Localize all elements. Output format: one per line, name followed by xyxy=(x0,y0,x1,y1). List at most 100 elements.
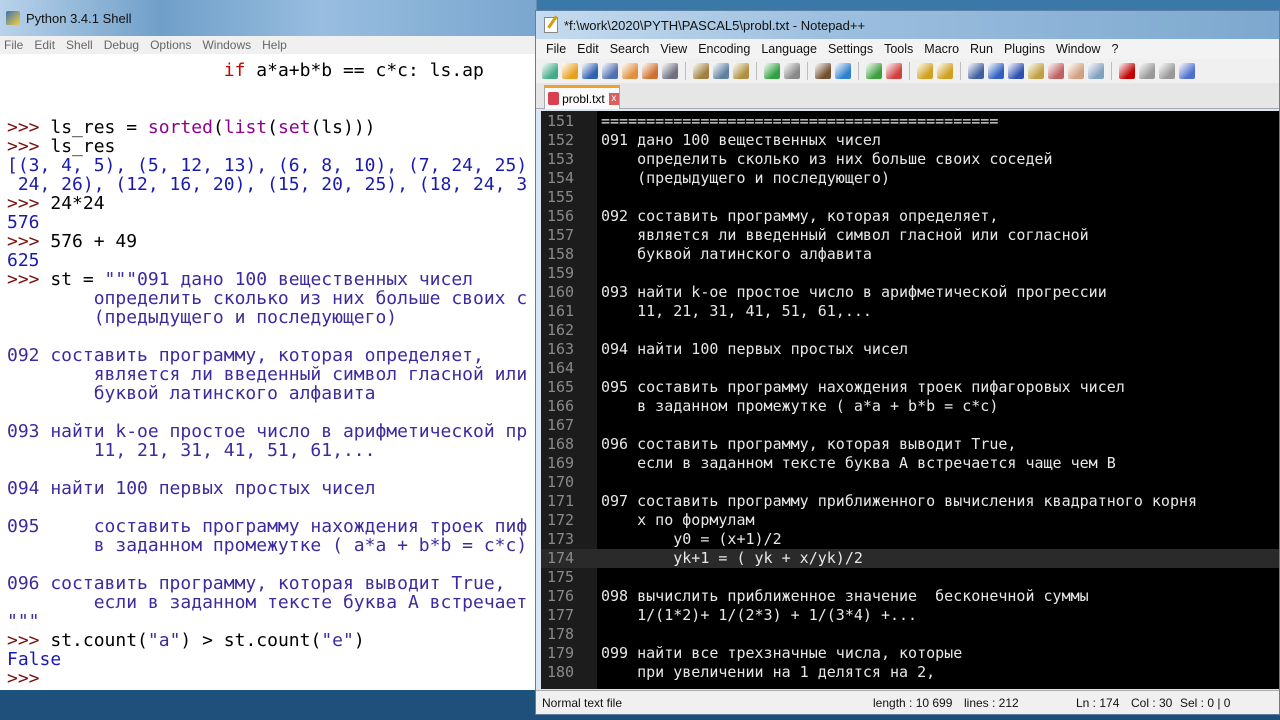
toolbar-button-icon[interactable] xyxy=(866,63,882,79)
menu-item-encoding[interactable]: Encoding xyxy=(698,42,750,56)
toolbar-button-icon[interactable] xyxy=(1068,63,1084,79)
shell-text-area[interactable]: if a*a+b*b == c*c: ls.ap >>> ls_res = sor… xyxy=(0,54,535,690)
toolbar-button-icon[interactable] xyxy=(1088,63,1104,79)
shell-line: """ xyxy=(7,612,535,631)
toolbar-button-icon[interactable] xyxy=(602,63,618,79)
menu-item-file[interactable]: File xyxy=(546,42,566,56)
tab-probl-txt[interactable]: probl.txt x xyxy=(544,85,620,109)
notepadpp-titlebar[interactable]: *f:\work\2020\PYTH\PASCAL5\probl.txt - N… xyxy=(536,11,1279,39)
toolbar-button-icon[interactable] xyxy=(562,63,578,79)
toolbar-button-icon[interactable] xyxy=(642,63,658,79)
menu-item-help[interactable]: Help xyxy=(262,38,287,52)
line-number: 176 xyxy=(547,587,575,605)
line-number: 167 xyxy=(547,416,575,434)
shell-builtin-text: list xyxy=(223,117,268,138)
editor-line: 156 092 составить программу, которая опре… xyxy=(541,207,1279,226)
menu-item-tools[interactable]: Tools xyxy=(884,42,913,56)
line-text: при увеличении на 1 делятся на 2, xyxy=(601,663,936,681)
toolbar-button-icon[interactable] xyxy=(784,63,800,79)
toolbar-button-icon[interactable] xyxy=(988,63,1004,79)
menu-item-plugins[interactable]: Plugins xyxy=(1004,42,1045,56)
menu-item-shell[interactable]: Shell xyxy=(66,38,93,52)
toolbar-button-icon[interactable] xyxy=(764,63,780,79)
menu-item-settings[interactable]: Settings xyxy=(828,42,873,56)
line-text xyxy=(597,568,601,587)
toolbar-button-icon[interactable] xyxy=(582,63,598,79)
toolbar-button-icon[interactable] xyxy=(1008,63,1024,79)
toolbar-button-icon[interactable] xyxy=(713,63,729,79)
editor-line: 163 094 найти 100 первых простых чисел xyxy=(541,340,1279,359)
shell-builtin-text: sorted xyxy=(147,117,213,138)
toolbar-button-icon[interactable] xyxy=(937,63,953,79)
toolbar-button-icon[interactable] xyxy=(662,63,678,79)
shell-str-text: "e" xyxy=(321,630,354,651)
toolbar-button-icon[interactable] xyxy=(1119,63,1135,79)
toolbar-button-icon[interactable] xyxy=(968,63,984,79)
line-text xyxy=(597,359,601,378)
menu-item-edit[interactable]: Edit xyxy=(577,42,599,56)
toolbar-button-icon[interactable] xyxy=(693,63,709,79)
toolbar-button-icon[interactable] xyxy=(1139,63,1155,79)
line-text: если в заданном тексте буква А встречает… xyxy=(601,454,1116,472)
line-number: 172 xyxy=(547,511,575,529)
toolbar-button-icon[interactable] xyxy=(815,63,831,79)
toolbar-button-icon[interactable] xyxy=(1179,63,1195,79)
line-text: 094 найти 100 первых простых чисел xyxy=(601,340,909,358)
line-number: 163 xyxy=(547,340,575,358)
shell-str-text: """ xyxy=(7,611,40,632)
toolbar-button-icon[interactable] xyxy=(1028,63,1044,79)
shell-str-text: (предыдущего и последующего) xyxy=(7,307,398,328)
shell-prompt-text: >>> xyxy=(7,193,51,214)
shell-line: >>> st = """091 дано 100 вещественных чи… xyxy=(7,270,535,289)
line-text: 095 составить программу нахождения троек… xyxy=(601,378,1125,396)
toolbar-button-icon[interactable] xyxy=(542,63,558,79)
shell-line: буквой латинского алфавита xyxy=(7,384,535,403)
toolbar-button-icon[interactable] xyxy=(1048,63,1064,79)
menu-item-edit[interactable]: Edit xyxy=(34,38,55,52)
line-text: x по формулам xyxy=(601,511,755,529)
status-sel: Sel : 0 | 0 xyxy=(1180,696,1231,710)
menu-item-help[interactable]: ? xyxy=(1111,42,1118,56)
menu-item-file[interactable]: File xyxy=(4,38,23,52)
toolbar-button-icon[interactable] xyxy=(622,63,638,79)
line-number: 179 xyxy=(547,644,575,662)
toolbar-button-icon[interactable] xyxy=(886,63,902,79)
shell-line: >>> st.count("a") > st.count("e") xyxy=(7,631,535,650)
menu-item-windows[interactable]: Windows xyxy=(202,38,251,52)
menu-item-debug[interactable]: Debug xyxy=(104,38,139,52)
toolbar-button-icon[interactable] xyxy=(917,63,933,79)
shell-prompt-text: >>> xyxy=(7,269,51,290)
line-number: 154 xyxy=(547,169,575,187)
menu-item-options[interactable]: Options xyxy=(150,38,191,52)
toolbar-button-icon[interactable] xyxy=(733,63,749,79)
menu-item-window[interactable]: Window xyxy=(1056,42,1100,56)
line-text: является ли введенный символ гласной или… xyxy=(601,226,1089,244)
tab-label: probl.txt xyxy=(562,91,605,106)
shell-code-text: 576 + 49 xyxy=(50,231,138,252)
menu-item-run[interactable]: Run xyxy=(970,42,993,56)
toolbar-button-icon[interactable] xyxy=(1159,63,1175,79)
status-col: Col : 30 xyxy=(1131,696,1173,710)
editor-line: 158 буквой латинского алфавита xyxy=(541,245,1279,264)
shell-line: определить сколько из них больше своих с xyxy=(7,289,535,308)
menu-item-view[interactable]: View xyxy=(660,42,687,56)
shell-str-text: 096 составить программу, которая выводит… xyxy=(7,573,506,594)
editor-area[interactable]: 151 =====================================… xyxy=(541,111,1279,689)
toolbar-button-icon[interactable] xyxy=(835,63,851,79)
shell-str-text: 093 найти k-ое простое число в арифметич… xyxy=(7,421,528,442)
line-number: 169 xyxy=(547,454,575,472)
shell-line: 093 найти k-ое простое число в арифметич… xyxy=(7,422,535,441)
shell-line: 094 найти 100 первых простых чисел xyxy=(7,479,535,498)
shell-str-text: "a" xyxy=(147,630,181,651)
python-shell-titlebar[interactable]: Python 3.4.1 Shell xyxy=(0,0,536,36)
menu-item-macro[interactable]: Macro xyxy=(924,42,959,56)
line-number: 151 xyxy=(547,112,575,130)
editor-line: 172 x по формулам xyxy=(541,511,1279,530)
menu-item-language[interactable]: Language xyxy=(761,42,817,56)
menu-item-search[interactable]: Search xyxy=(610,42,650,56)
line-number: 155 xyxy=(547,188,575,206)
shell-line: 096 составить программу, которая выводит… xyxy=(7,574,535,593)
close-tab-icon[interactable]: x xyxy=(608,92,619,105)
